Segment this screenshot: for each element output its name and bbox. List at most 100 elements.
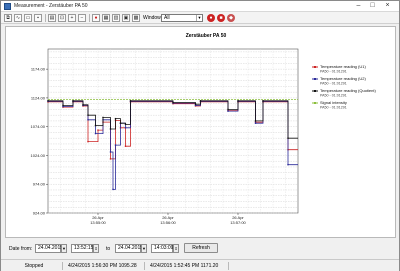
stop-record-icon[interactable]: ■ — [217, 14, 225, 22]
window-select-value: All — [164, 15, 170, 21]
window-select[interactable]: All ▼ — [161, 14, 203, 22]
series-point — [124, 123, 127, 126]
series-point — [194, 103, 197, 105]
plot-area — [47, 48, 299, 214]
date-to-field[interactable]: 24.04.2015 — [115, 244, 143, 253]
series-point — [262, 100, 264, 102]
series-point — [62, 104, 64, 107]
toolbar: ⧉ ∿ ▭ ▪ ▤ ⊡ + − ● ▦ ▥ ▣ ▩ Window All ▼ ●… — [1, 12, 399, 24]
zoom-in-icon[interactable]: + — [68, 14, 76, 22]
grid-icon[interactable]: ▩ — [132, 14, 140, 22]
to-label: to — [106, 246, 111, 252]
x-tick-label: 13:55:00 — [90, 220, 106, 225]
series-point — [287, 163, 289, 166]
series-point — [94, 132, 97, 135]
legend-marker — [314, 102, 316, 104]
export-icon[interactable]: ▦ — [102, 14, 110, 22]
stop-icon[interactable]: ● — [92, 14, 100, 22]
legend-label: Signal intensity — [320, 100, 347, 105]
series-point — [119, 122, 122, 124]
maximize-button[interactable]: □ — [367, 2, 378, 10]
title-bar: Measurement - Zerstäuber PA 50 – □ × — [1, 1, 399, 12]
legend-label: Temperature reading (Quotient) — [320, 88, 376, 93]
legend-sublabel: PA50 - 01:01291 — [320, 70, 347, 74]
settings-icon[interactable]: ▣ — [122, 14, 130, 22]
print-icon[interactable]: ▤ — [48, 14, 56, 22]
chevron-down-icon: ▼ — [196, 15, 202, 21]
series-point — [82, 104, 84, 106]
series-point — [112, 188, 114, 191]
series-point — [87, 140, 89, 143]
series-point — [237, 100, 239, 102]
legend-label: Temperature reading (U2) — [320, 76, 366, 81]
series-point — [47, 100, 49, 102]
series-point — [102, 116, 104, 119]
y-tick-label: 924.00 — [33, 211, 46, 216]
copy-icon[interactable]: ⧉ — [4, 14, 12, 22]
time-from-spinner[interactable]: ⇕ — [93, 244, 99, 253]
pin-icon[interactable]: ◆ — [227, 14, 235, 22]
y-tick-label: 1174.00 — [31, 67, 46, 72]
close-button[interactable]: × — [382, 2, 393, 10]
y-tick-label: 1074.00 — [31, 124, 46, 129]
minimize-button[interactable]: – — [353, 2, 364, 10]
date-from-dropdown[interactable]: ▼ — [61, 244, 67, 253]
series-point — [109, 151, 112, 153]
series-point — [87, 119, 89, 121]
legend-sublabel: PA50 - 01:01291 — [320, 106, 347, 110]
series-point — [94, 124, 97, 127]
x-tick-label: 13:57:00 — [230, 220, 246, 225]
y-tick-label: 974.00 — [33, 182, 46, 187]
open-icon[interactable]: ▭ — [24, 14, 32, 22]
legend: Temperature reading (U1)PA50 - 01:01291T… — [312, 64, 376, 110]
status-cursor-2: 4/24/2015 1:52:45 PM 1171.20 — [147, 262, 229, 270]
refresh-button[interactable]: Refresh — [184, 243, 218, 253]
series-point — [72, 100, 74, 102]
series-point — [199, 100, 202, 102]
chart-panel: 924.00 974.00 1024.00 1074.00 1124.00 1174.00… — [5, 26, 396, 238]
series-point — [97, 129, 99, 131]
window-title: Measurement - Zerstäuber PA 50 — [14, 3, 88, 9]
chart-title: Zerstäuber PA 50 — [186, 33, 227, 39]
toolbar-separator — [89, 14, 90, 22]
time-to-field[interactable]: 14:03:09 — [151, 244, 173, 253]
legend-sublabel: PA50 - 01:01291 — [320, 94, 347, 98]
measurement-window: Measurement - Zerstäuber PA 50 – □ × ⧉ ∿… — [0, 0, 400, 271]
series-point — [109, 158, 112, 160]
series-point — [254, 120, 257, 122]
table-icon[interactable]: ▥ — [112, 14, 120, 22]
series-point — [109, 128, 112, 130]
legend-marker — [314, 90, 316, 92]
status-cursor-1: 4/24/2015 1:56:30 PM 1095.28 — [65, 262, 145, 270]
fit-icon[interactable]: ⊡ — [58, 14, 66, 22]
record-icon[interactable]: ● — [207, 14, 215, 22]
legend-sublabel: PA50 - 01:01291 — [320, 82, 347, 86]
series-point — [227, 110, 229, 112]
series-point — [114, 144, 117, 146]
series-point — [87, 114, 89, 116]
window-label: Window — [143, 15, 161, 21]
chart-icon[interactable]: ∿ — [14, 14, 22, 22]
app-icon — [4, 3, 11, 10]
date-range-bar: Date from: 24.04.2015 ▼ 13:52:15 ⇕ to 24… — [1, 239, 399, 259]
zoom-out-icon[interactable]: − — [78, 14, 86, 22]
series-point — [172, 101, 174, 104]
series-point — [129, 100, 132, 102]
grid-layer — [47, 48, 299, 214]
legend-marker — [314, 78, 316, 80]
y-tick-label: 1024.00 — [31, 153, 46, 158]
toolbar-separator — [45, 14, 46, 22]
series-point — [124, 127, 127, 129]
series-point — [124, 145, 127, 147]
legend-marker — [314, 66, 316, 68]
date-to-dropdown[interactable]: ▼ — [141, 244, 147, 253]
time-to-spinner[interactable]: ⇕ — [173, 244, 179, 253]
status-filler — [231, 262, 397, 270]
legend-label: Temperature reading (U1) — [320, 64, 366, 69]
date-from-field[interactable]: 24.04.2015 — [35, 244, 63, 253]
y-tick-label: 1124.00 — [31, 95, 46, 100]
status-state: Stopped — [3, 262, 63, 270]
time-from-field[interactable]: 13:52:15 — [71, 244, 93, 253]
series-point — [114, 117, 117, 120]
save-icon[interactable]: ▪ — [34, 14, 42, 22]
